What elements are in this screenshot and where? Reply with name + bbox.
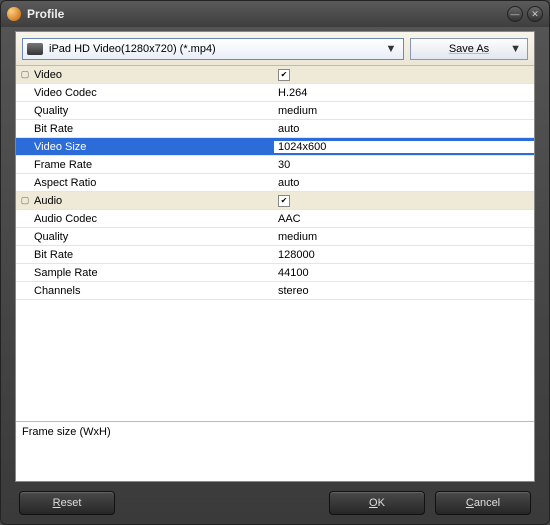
prop-label: Channels xyxy=(34,285,274,297)
prop-video-framerate[interactable]: Frame Rate 30 xyxy=(16,156,534,174)
group-audio[interactable]: ▢ Audio ✔ xyxy=(16,192,534,210)
ok-label: OK xyxy=(369,497,385,509)
prop-video-bitrate[interactable]: Bit Rate auto xyxy=(16,120,534,138)
close-button[interactable]: ✕ xyxy=(527,6,543,22)
prop-label: Quality xyxy=(34,105,274,117)
prop-value[interactable]: auto xyxy=(274,123,534,135)
prop-label: Frame Rate xyxy=(34,159,274,171)
group-audio-value: ✔ xyxy=(274,194,534,207)
prop-value[interactable]: 44100 xyxy=(274,267,534,279)
prop-video-quality[interactable]: Quality medium xyxy=(16,102,534,120)
save-as-button[interactable]: Save As ▼ xyxy=(410,38,528,60)
device-icon xyxy=(27,43,43,55)
save-as-label: Save As xyxy=(449,43,489,55)
prop-value[interactable]: H.264 xyxy=(274,87,534,99)
property-grid[interactable]: ▢ Video ✔ Video Codec H.264 Quality medi… xyxy=(16,66,534,421)
group-video[interactable]: ▢ Video ✔ xyxy=(16,66,534,84)
prop-value[interactable]: AAC xyxy=(274,213,534,225)
prop-audio-samplerate[interactable]: Sample Rate 44100 xyxy=(16,264,534,282)
collapse-icon[interactable]: ▢ xyxy=(16,69,34,80)
profile-dropdown[interactable]: iPad HD Video(1280x720) (*.mp4) ▼ xyxy=(22,38,404,60)
toolbar: iPad HD Video(1280x720) (*.mp4) ▼ Save A… xyxy=(16,32,534,66)
prop-value[interactable]: 128000 xyxy=(274,249,534,261)
minimize-button[interactable]: — xyxy=(507,6,523,22)
prop-label: Video Codec xyxy=(34,87,274,99)
group-video-value: ✔ xyxy=(274,68,534,81)
reset-button[interactable]: Reset xyxy=(19,491,115,515)
reset-label: Reset xyxy=(53,497,82,509)
prop-value[interactable]: 1024x600 xyxy=(274,141,534,153)
ok-button[interactable]: OK xyxy=(329,491,425,515)
profile-dialog: Profile — ✕ iPad HD Video(1280x720) (*.m… xyxy=(0,0,550,525)
window-title: Profile xyxy=(27,7,503,21)
client-area: iPad HD Video(1280x720) (*.mp4) ▼ Save A… xyxy=(15,31,535,482)
prop-video-aspect[interactable]: Aspect Ratio auto xyxy=(16,174,534,192)
chevron-down-icon: ▼ xyxy=(510,43,521,55)
profile-dropdown-text: iPad HD Video(1280x720) (*.mp4) xyxy=(49,43,383,55)
video-checkbox[interactable]: ✔ xyxy=(278,69,290,81)
prop-audio-codec[interactable]: Audio Codec AAC xyxy=(16,210,534,228)
collapse-icon[interactable]: ▢ xyxy=(16,195,34,206)
prop-label: Quality xyxy=(34,231,274,243)
prop-audio-bitrate[interactable]: Bit Rate 128000 xyxy=(16,246,534,264)
prop-value[interactable]: medium xyxy=(274,105,534,117)
prop-label: Audio Codec xyxy=(34,213,274,225)
cancel-button[interactable]: Cancel xyxy=(435,491,531,515)
prop-value[interactable]: 30 xyxy=(274,159,534,171)
prop-audio-channels[interactable]: Channels stereo xyxy=(16,282,534,300)
titlebar: Profile — ✕ xyxy=(1,1,549,27)
prop-label: Sample Rate xyxy=(34,267,274,279)
app-icon xyxy=(7,7,21,21)
audio-checkbox[interactable]: ✔ xyxy=(278,195,290,207)
prop-value[interactable]: medium xyxy=(274,231,534,243)
group-audio-label: Audio xyxy=(34,195,274,207)
cancel-label: Cancel xyxy=(466,497,500,509)
prop-label: Bit Rate xyxy=(34,249,274,261)
prop-label: Aspect Ratio xyxy=(34,177,274,189)
prop-audio-quality[interactable]: Quality medium xyxy=(16,228,534,246)
prop-value[interactable]: auto xyxy=(274,177,534,189)
prop-value[interactable]: stereo xyxy=(274,285,534,297)
description-text: Frame size (WxH) xyxy=(22,426,111,438)
button-bar: Reset OK Cancel xyxy=(1,482,549,524)
description-panel: Frame size (WxH) xyxy=(16,421,534,481)
prop-label: Bit Rate xyxy=(34,123,274,135)
prop-video-codec[interactable]: Video Codec H.264 xyxy=(16,84,534,102)
group-video-label: Video xyxy=(34,69,274,81)
chevron-down-icon: ▼ xyxy=(383,43,399,55)
prop-video-size[interactable]: Video Size 1024x600 xyxy=(16,138,534,156)
prop-label: Video Size xyxy=(34,141,274,153)
